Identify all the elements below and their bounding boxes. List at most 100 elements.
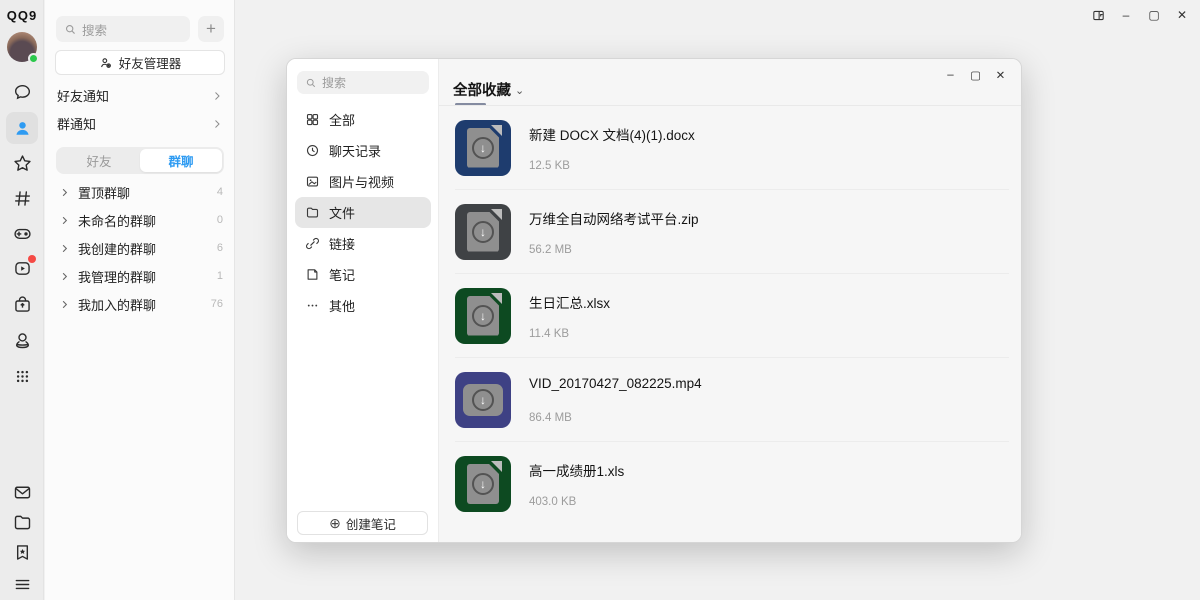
download-arrow-icon: ↓	[472, 305, 494, 327]
penguin-icon	[12, 330, 33, 351]
expand-chevron-icon	[59, 187, 70, 198]
group-category-pinned[interactable]: 置顶群聊 4	[45, 178, 235, 206]
tab-friends[interactable]: 好友	[58, 149, 140, 172]
hash-icon	[12, 188, 33, 209]
favorites-search-input[interactable]: 搜索	[297, 71, 429, 94]
group-category-label: 未命名的群聊	[78, 211, 156, 230]
group-count: 0	[217, 214, 223, 226]
more-apps-tab[interactable]	[8, 362, 36, 390]
nav-item-notes[interactable]: 笔记	[295, 259, 431, 290]
nav-item-label: 图片与视频	[329, 172, 394, 191]
file-type-icon: ↓	[455, 456, 511, 512]
file-name: 生日汇总.xlsx	[529, 292, 610, 312]
messages-tab[interactable]	[8, 78, 36, 106]
circle-plus-icon: ⊕	[329, 516, 341, 530]
popup-window-controls: – ▢ ✕	[938, 63, 1013, 87]
chat-bubble-icon	[12, 82, 33, 103]
nav-item-files[interactable]: 文件	[295, 197, 431, 228]
nav-item-chat-history[interactable]: 聊天记录	[295, 135, 431, 166]
expand-chevron-icon	[59, 215, 70, 226]
contacts-sidebar: 搜索 + 好友管理器 好友通知 群通知 好友 群聊 置顶群聊 4 未命	[45, 0, 235, 600]
user-avatar[interactable]	[7, 32, 37, 62]
file-size: 12.5 KB	[529, 160, 695, 172]
file-name: VID_20170427_082225.mp4	[529, 376, 702, 391]
mail-icon	[12, 482, 33, 503]
file-row-docx[interactable]: ↓ 新建 DOCX 文档(4)(1).docx 12.5 KB	[455, 106, 1009, 190]
group-category-joined[interactable]: 我加入的群聊 76	[45, 290, 235, 318]
qzone-tab[interactable]	[8, 149, 36, 177]
maximize-button[interactable]: ▢	[1140, 2, 1168, 28]
create-note-label: 创建笔记	[346, 514, 396, 533]
create-note-button[interactable]: ⊕ 创建笔记	[297, 511, 428, 535]
group-count: 76	[211, 298, 223, 310]
sidebar-search-input[interactable]: 搜索	[56, 16, 190, 42]
contacts-person-icon	[12, 118, 33, 139]
friend-manager-label: 好友管理器	[119, 53, 182, 72]
shopping-tab[interactable]	[8, 290, 36, 318]
file-type-icon: ↓	[455, 372, 511, 428]
friend-notice-row[interactable]: 好友通知	[45, 82, 235, 109]
nav-item-label: 链接	[329, 234, 355, 253]
add-button[interactable]: +	[198, 16, 224, 42]
tab-groups[interactable]: 群聊	[140, 149, 222, 172]
hamburger-menu-icon	[12, 574, 33, 595]
search-icon	[305, 77, 317, 89]
mini-window-button[interactable]	[1084, 2, 1112, 28]
popup-maximize-button[interactable]: ▢	[963, 63, 988, 87]
friend-manager-button[interactable]: 好友管理器	[55, 50, 225, 75]
clock-icon	[305, 143, 320, 158]
group-category-created[interactable]: 我创建的群聊 6	[45, 234, 235, 262]
favorites-shortcut[interactable]	[8, 538, 36, 566]
apps-grid-icon	[12, 366, 33, 387]
contacts-tab[interactable]	[6, 112, 38, 144]
file-row-xlsx[interactable]: ↓ 生日汇总.xlsx 11.4 KB	[455, 274, 1009, 358]
file-row-zip[interactable]: ↓ 万维全自动网络考试平台.zip 56.2 MB	[455, 190, 1009, 274]
collection-filter-label: 全部收藏	[453, 79, 511, 100]
minimize-button[interactable]: –	[1112, 2, 1140, 28]
favorites-nav-list: 全部 聊天记录 图片与视频 文件 链接	[295, 104, 431, 321]
penguin-tab[interactable]	[8, 326, 36, 354]
friend-notice-label: 好友通知	[57, 86, 109, 105]
file-row-mp4[interactable]: ↓ VID_20170427_082225.mp4 86.4 MB	[455, 358, 1009, 442]
group-count: 1	[217, 270, 223, 282]
friend-manager-icon	[99, 56, 113, 70]
mail-shortcut[interactable]	[8, 478, 36, 506]
main-menu[interactable]	[8, 570, 36, 598]
mini-window-icon	[1091, 8, 1106, 23]
popup-close-button[interactable]: ✕	[988, 63, 1013, 87]
file-type-icon: ↓	[455, 120, 511, 176]
download-arrow-icon: ↓	[472, 137, 494, 159]
star-icon	[12, 153, 33, 174]
file-size: 56.2 MB	[529, 244, 699, 256]
download-arrow-icon: ↓	[472, 221, 494, 243]
collection-filter-dropdown[interactable]: 全部收藏 ⌄	[453, 79, 524, 100]
expand-chevron-icon	[59, 243, 70, 254]
group-notice-row[interactable]: 群通知	[45, 110, 235, 137]
files-shortcut[interactable]	[8, 508, 36, 536]
game-center-tab[interactable]	[8, 219, 36, 247]
file-name: 万维全自动网络考试平台.zip	[529, 208, 699, 228]
main-window-controls: – ▢ ✕	[1084, 2, 1196, 28]
close-button[interactable]: ✕	[1168, 2, 1196, 28]
download-arrow-icon: ↓	[472, 473, 494, 495]
nav-item-all[interactable]: 全部	[295, 104, 431, 135]
group-category-label: 我创建的群聊	[78, 239, 156, 258]
nav-item-images-videos[interactable]: 图片与视频	[295, 166, 431, 197]
file-row-xls[interactable]: ↓ 高一成绩册1.xls 403.0 KB	[455, 442, 1009, 526]
popup-minimize-button[interactable]: –	[938, 63, 963, 87]
qq9-logo: QQ9	[0, 8, 44, 23]
group-category-label: 我加入的群聊	[78, 295, 156, 314]
expand-chevron-icon	[59, 271, 70, 282]
video-tab[interactable]	[8, 254, 36, 282]
nav-item-links[interactable]: 链接	[295, 228, 431, 259]
contacts-tab-switch: 好友 群聊	[56, 147, 224, 174]
group-category-managed[interactable]: 我管理的群聊 1	[45, 262, 235, 290]
channels-tab[interactable]	[8, 184, 36, 212]
group-category-label: 置顶群聊	[78, 183, 130, 202]
search-placeholder: 搜索	[82, 20, 107, 39]
file-size: 11.4 KB	[529, 328, 610, 340]
nav-item-other[interactable]: 其他	[295, 290, 431, 321]
link-icon	[305, 236, 320, 251]
expand-chevron-icon	[59, 299, 70, 310]
group-category-unnamed[interactable]: 未命名的群聊 0	[45, 206, 235, 234]
